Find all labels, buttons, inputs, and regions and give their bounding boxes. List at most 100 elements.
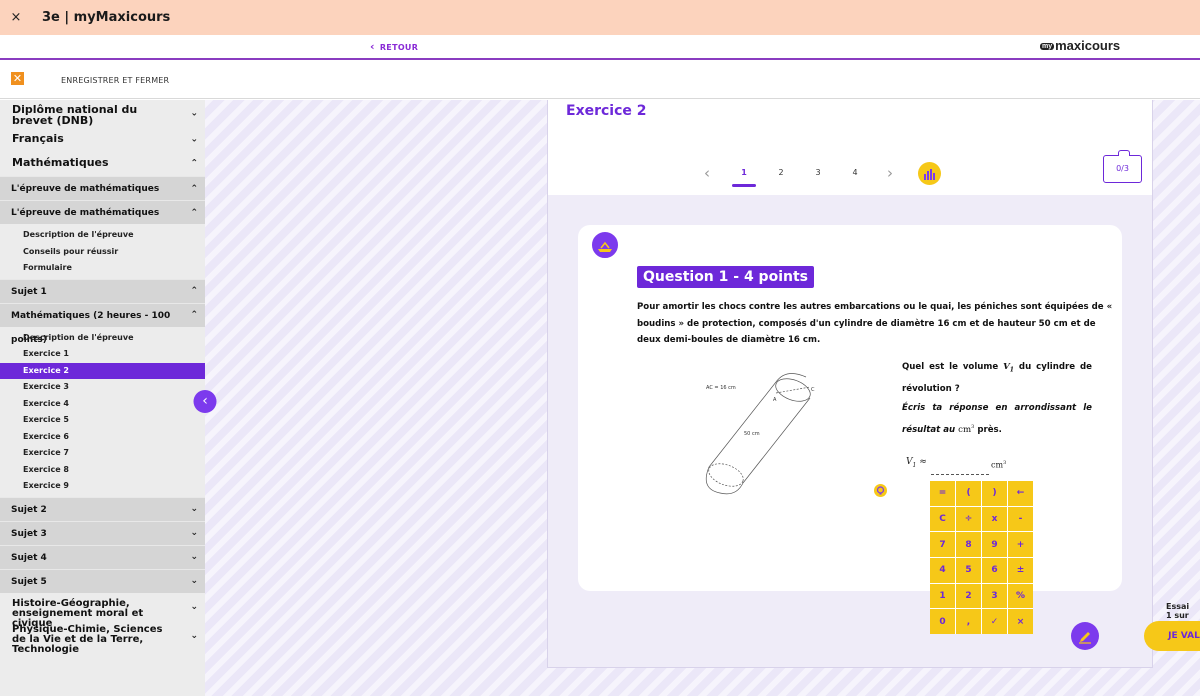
sidebar-link-conseils[interactable]: Conseils pour réussir (0, 244, 205, 261)
exercise-title: Exercice 2 (566, 103, 647, 119)
sidebar-section-maths-2h[interactable]: Mathématiques (2 heures - 100 points) ⌃ (0, 302, 205, 345)
logo-prefix: my (1040, 43, 1055, 51)
sidebar-item-label: Sujet 3 (11, 528, 47, 539)
edit-icon[interactable] (1071, 622, 1099, 650)
chevron-down-icon: ⌄ (190, 504, 198, 514)
chevron-up-icon: ⌃ (190, 183, 198, 194)
key-multiply[interactable]: x (982, 506, 1007, 532)
key-open-paren[interactable]: ( (956, 481, 981, 506)
sidebar-link-exercice-4[interactable]: Exercice 4 (0, 396, 205, 413)
key-confirm[interactable]: ✓ (982, 609, 1007, 634)
close-window-button[interactable]: × (0, 10, 32, 25)
top-navigation: ‹ RETOUR my maxicours (0, 35, 1200, 60)
key-clear[interactable]: C (930, 506, 955, 532)
sidebar-item-label: Français (12, 132, 64, 145)
sidebar-link-description[interactable]: Description de l'épreuve (0, 330, 205, 347)
cylinder-figure: AC = 16 cm 50 cm A C (698, 365, 818, 505)
key-8[interactable]: 8 (956, 532, 981, 557)
sidebar-item-histoire-geo[interactable]: Histoire-Géographie, enseignement moral … (0, 593, 205, 628)
key-7[interactable]: 7 (930, 532, 955, 557)
back-label: RETOUR (379, 43, 419, 52)
page-3-button[interactable]: 3 (808, 168, 828, 177)
key-6[interactable]: 6 (982, 557, 1007, 583)
prompt-var-sub: 1 (1009, 366, 1014, 374)
back-link[interactable]: ‹ RETOUR (370, 40, 418, 53)
main-content: Exercice 2 ‹ 1 2 3 4 › 0/3 Question 1 - … (205, 100, 1200, 696)
key-9[interactable]: 9 (982, 532, 1007, 557)
sidebar-link-exercice-8[interactable]: Exercice 8 (0, 462, 205, 479)
answer-sub: 1 (912, 461, 917, 469)
key-3[interactable]: 3 (982, 583, 1007, 609)
sidebar-section-epreuve-maths-sub[interactable]: L'épreuve de mathématiques ⌃ (0, 200, 205, 224)
answer-approx: ≈ (919, 457, 927, 467)
key-5[interactable]: 5 (956, 557, 981, 583)
sidebar-item-physique-chimie[interactable]: Physique-Chimie, Sciences de la Vie et d… (0, 621, 205, 654)
save-close-button[interactable]: ENREGISTRER ET FERMER (61, 76, 169, 85)
sidebar-item-label: Sujet 4 (11, 552, 47, 563)
sidebar-section-sujet-1[interactable]: Sujet 1 ⌃ (0, 278, 205, 303)
validate-button[interactable]: JE VALIDE (1144, 621, 1200, 651)
sidebar-link-exercice-7[interactable]: Exercice 7 (0, 445, 205, 462)
key-plus-minus[interactable]: ± (1008, 557, 1033, 583)
prev-page-button[interactable]: ‹ (704, 164, 710, 182)
sidebar-section-sujet-4[interactable]: Sujet 4 ⌄ (0, 544, 205, 569)
sidebar-link-formulaire[interactable]: Formulaire (0, 260, 205, 277)
exercise-card: Exercice 2 ‹ 1 2 3 4 › 0/3 Question 1 - … (547, 100, 1200, 668)
key-0[interactable]: 0 (930, 609, 955, 634)
sidebar-section-sujet-2[interactable]: Sujet 2 ⌄ (0, 496, 205, 521)
sidebar-section-sujet-5[interactable]: Sujet 5 ⌄ (0, 568, 205, 593)
sidebar-section-sujet-3[interactable]: Sujet 3 ⌄ (0, 520, 205, 545)
key-backspace[interactable]: ← (1008, 481, 1033, 506)
key-4[interactable]: 4 (930, 557, 955, 583)
sidebar-item-label: Diplôme national du brevet (DNB) (12, 103, 138, 127)
page-4-button[interactable]: 4 (845, 168, 865, 177)
key-plus[interactable]: + (1008, 532, 1033, 557)
hint-icon[interactable] (874, 484, 887, 497)
key-minus[interactable]: - (1008, 506, 1033, 532)
sidebar-link-description[interactable]: Description de l'épreuve (0, 227, 205, 244)
key-equals[interactable]: = (930, 481, 955, 506)
sidebar-link-exercice-6[interactable]: Exercice 6 (0, 429, 205, 446)
answer-unit-cm: cm (991, 460, 1004, 470)
prompt-var-v: V (1003, 362, 1010, 372)
sidebar-item-francais[interactable]: Français ⌄ (0, 128, 205, 152)
key-close[interactable]: × (1008, 609, 1033, 634)
sidebar-section-epreuve-maths[interactable]: L'épreuve de mathématiques ⌃ (0, 176, 205, 200)
chevron-down-icon: ⌄ (190, 576, 198, 586)
question-statement: Pour amortir les chocs contre les autres… (637, 302, 1113, 345)
bar-chart-icon[interactable] (918, 162, 941, 185)
question-box: Question 1 - 4 points Pour amortir les c… (578, 225, 1122, 591)
key-1[interactable]: 1 (930, 583, 955, 609)
key-percent[interactable]: % (1008, 583, 1033, 609)
answer-unit-exp: 3 (1003, 460, 1007, 466)
collapse-sidebar-button[interactable]: ‹ (193, 390, 217, 413)
volume-answer-input[interactable] (931, 461, 989, 475)
sidebar-item-label: Sujet 2 (11, 504, 47, 515)
chevron-down-icon: ⌄ (190, 601, 198, 612)
sidebar-link-exercice-5[interactable]: Exercice 5 (0, 412, 205, 429)
figure-label-ac: AC = 16 cm (706, 385, 736, 391)
prompt-unit-exp: 3 (971, 423, 975, 430)
sidebar-item-mathematiques[interactable]: Mathématiques ⌃ (0, 152, 205, 176)
maxicours-logo: my maxicours (1040, 38, 1120, 53)
figure-label-c: C (811, 387, 815, 393)
next-page-button[interactable]: › (887, 164, 893, 182)
close-icon[interactable]: ✕ (11, 72, 24, 85)
sidebar-link-exercice-2[interactable]: Exercice 2 (0, 362, 205, 379)
chevron-left-icon: ‹ (370, 40, 375, 53)
sidebar-link-exercice-3[interactable]: Exercice 3 (0, 379, 205, 396)
key-comma[interactable]: , (956, 609, 981, 634)
sidebar-link-exercice-9[interactable]: Exercice 9 (0, 478, 205, 495)
key-divide[interactable]: ÷ (956, 506, 981, 532)
sidebar-item-dnb[interactable]: Diplôme national du brevet (DNB) ⌄ (0, 100, 205, 128)
page-2-button[interactable]: 2 (771, 168, 791, 177)
sidebar: Diplôme national du brevet (DNB) ⌄ Franç… (0, 100, 205, 696)
key-2[interactable]: 2 (956, 583, 981, 609)
chevron-down-icon: ⌄ (190, 528, 198, 538)
question-pager: ‹ 1 2 3 4 › (548, 162, 1152, 188)
page-1-button[interactable]: 1 (734, 168, 754, 177)
sidebar-item-label: Sujet 1 (11, 286, 47, 297)
sidebar-link-exercice-1[interactable]: Exercice 1 (0, 346, 205, 363)
key-close-paren[interactable]: ) (982, 481, 1007, 506)
sidebar-item-label: Physique-Chimie, Sciences de la Vie et d… (12, 623, 163, 655)
